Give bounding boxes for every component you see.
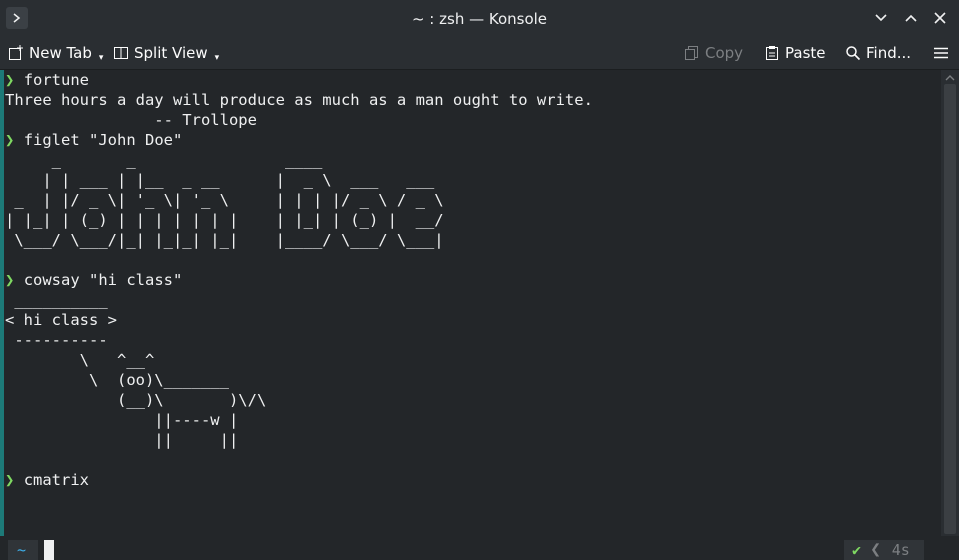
toolbar: New Tab ▾ Split View ▾ Copy Paste Find... bbox=[0, 37, 959, 70]
output-line: || || bbox=[5, 431, 239, 449]
title-bar: ~ : zsh — Konsole bbox=[0, 0, 959, 37]
close-button[interactable] bbox=[930, 8, 950, 28]
output-line: Three hours a day will produce as much a… bbox=[5, 91, 593, 109]
new-tab-button[interactable]: New Tab ▾ bbox=[8, 43, 103, 63]
output-line: \ (oo)\_______ bbox=[5, 371, 229, 389]
output-line: ---------- bbox=[5, 331, 108, 349]
new-tab-icon bbox=[9, 45, 23, 60]
output-line: ||----w | bbox=[5, 411, 239, 429]
output-line: < hi class > bbox=[5, 311, 117, 329]
cwd-segment: ~ bbox=[8, 540, 38, 560]
prompt-arrow-icon: ❯ bbox=[5, 131, 15, 149]
cwd-label: ~ bbox=[17, 541, 27, 559]
split-view-button[interactable]: Split View ▾ bbox=[113, 43, 219, 63]
split-view-icon bbox=[114, 47, 128, 59]
text-cursor bbox=[44, 540, 54, 560]
terminal-display[interactable]: ❯ fortune Three hours a day will produce … bbox=[0, 70, 941, 560]
close-icon bbox=[934, 12, 946, 24]
command-text: fortune bbox=[23, 71, 90, 89]
hamburger-icon bbox=[934, 47, 948, 59]
output-line: \___/ \___/|_| |_|_| |_| |____/ \___/ \_… bbox=[5, 231, 444, 249]
command-duration: 4s bbox=[891, 541, 910, 559]
output-line: | | ___ | |__ _ __ | _ \ ___ ___ bbox=[5, 171, 435, 189]
scrollbar[interactable] bbox=[941, 70, 959, 536]
paste-button[interactable]: Paste bbox=[764, 43, 826, 63]
output-line: (__)\ )\/\ bbox=[5, 391, 267, 409]
output-line: _ _ ____ bbox=[5, 151, 323, 169]
output-line: -- Trollope bbox=[5, 111, 257, 129]
paste-label: Paste bbox=[785, 44, 826, 62]
output-line: \ ^__^ bbox=[5, 351, 155, 369]
success-check-icon: ✔ bbox=[852, 541, 862, 559]
copy-label: Copy bbox=[705, 44, 744, 62]
prompt-arrow-icon: ❯ bbox=[5, 71, 15, 89]
command-text: cowsay "hi class" bbox=[23, 271, 183, 289]
prompt-arrow-icon: ❯ bbox=[5, 271, 15, 289]
scrollbar-thumb[interactable] bbox=[944, 84, 956, 534]
separator-chevron-icon: ❮ bbox=[870, 539, 892, 560]
command-line: ❯ figlet "John Doe" bbox=[5, 130, 182, 150]
window-title: ~ : zsh — Konsole bbox=[411, 10, 548, 28]
new-tab-label: New Tab bbox=[29, 44, 92, 62]
output-line: __________ bbox=[5, 291, 108, 309]
output-line: | |_| | (_) | | | | | | | | |_| | (_) | … bbox=[5, 211, 444, 229]
find-button[interactable]: Find... bbox=[845, 43, 911, 63]
command-line: ❯ fortune bbox=[5, 70, 89, 90]
find-label: Find... bbox=[866, 44, 912, 62]
hamburger-menu-button[interactable] bbox=[933, 43, 949, 63]
dropdown-indicator: ▾ bbox=[214, 53, 220, 63]
command-line: ❯ cowsay "hi class" bbox=[5, 270, 182, 290]
minimize-button[interactable] bbox=[871, 8, 891, 28]
chevron-up-icon bbox=[905, 14, 917, 22]
right-prompt-status: ✔ ❮ 4s bbox=[844, 540, 924, 560]
output-line: _ | |/ _ \| '_ \| '_ \ | | | |/ _ \ / _ … bbox=[5, 191, 444, 209]
command-text: figlet "John Doe" bbox=[23, 131, 183, 149]
maximize-button[interactable] bbox=[901, 8, 921, 28]
command-text: cmatrix bbox=[23, 471, 90, 489]
split-view-label: Split View bbox=[134, 44, 208, 62]
chevron-down-icon bbox=[875, 14, 887, 22]
paste-icon bbox=[766, 46, 778, 60]
copy-button[interactable]: Copy bbox=[684, 43, 743, 63]
scroll-up-icon[interactable] bbox=[941, 72, 959, 84]
search-icon bbox=[846, 46, 861, 61]
copy-icon bbox=[685, 46, 698, 60]
konsole-window: ~ : zsh — Konsole New Tab ▾ Split View ▾ C… bbox=[0, 0, 959, 560]
prompt-arrow-icon: ❯ bbox=[5, 471, 15, 489]
dropdown-indicator: ▾ bbox=[98, 53, 104, 63]
command-line: ❯ cmatrix bbox=[5, 470, 89, 490]
